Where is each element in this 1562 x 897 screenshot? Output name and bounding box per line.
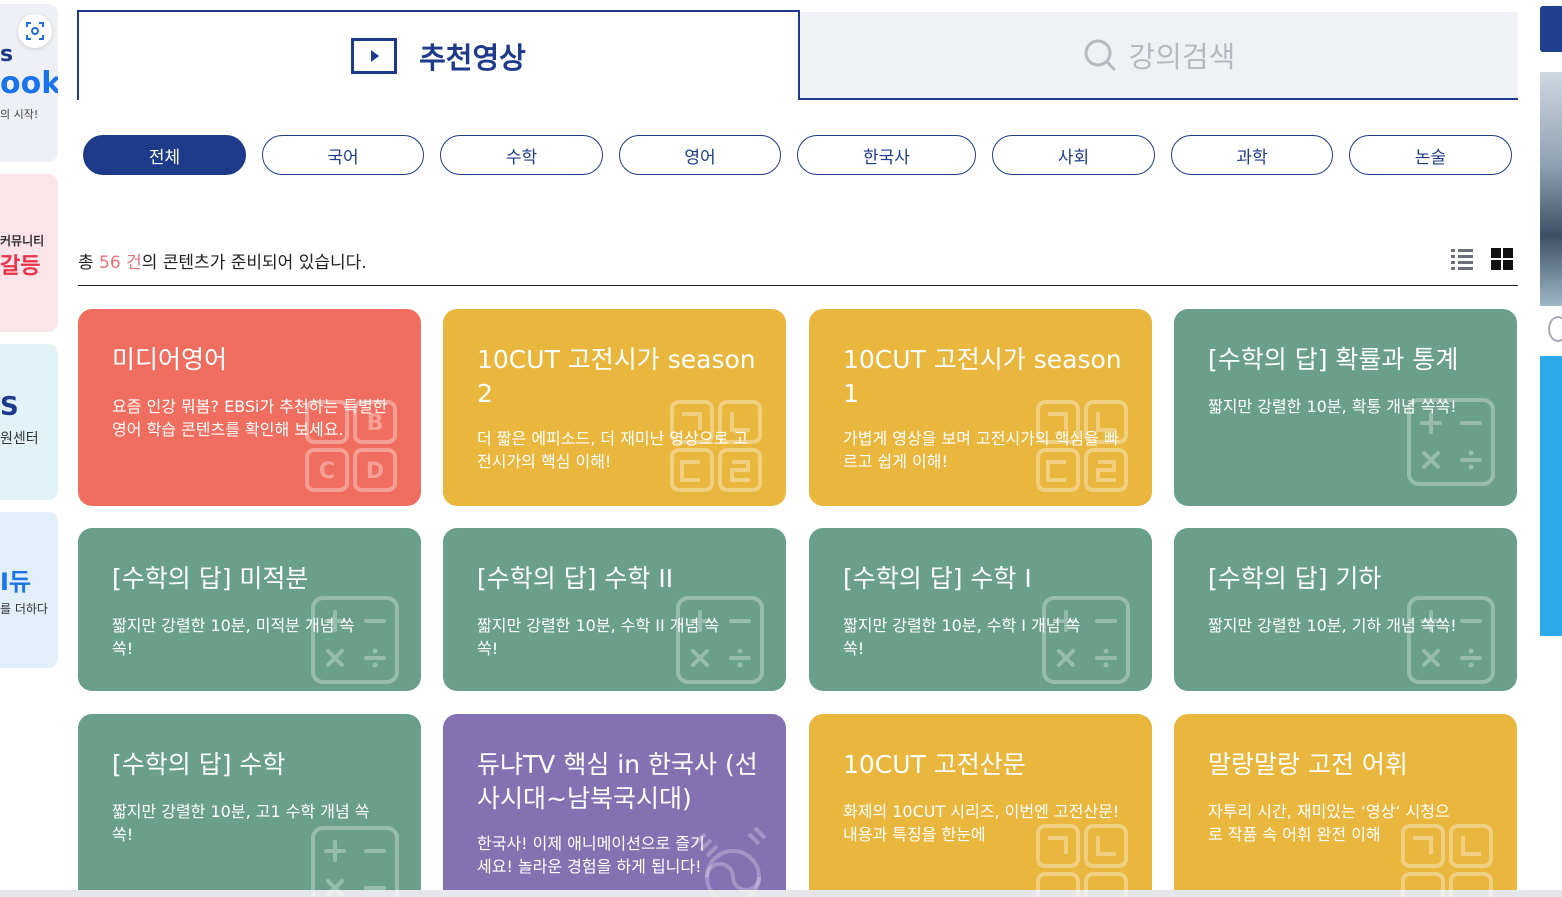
count-suffix: 의 콘텐츠가 준비되어 있습니다. bbox=[141, 253, 367, 273]
card-title: [수학의 답] 미적분 bbox=[112, 564, 309, 593]
list-view-icon bbox=[1451, 249, 1473, 270]
sidebar-banner-1-line2: ook bbox=[0, 66, 58, 101]
filter-english[interactable]: 영어 bbox=[619, 135, 781, 175]
sidebar-banner-1-line1: s bbox=[0, 42, 14, 67]
card-description: 짧지만 강렬한 10분, 수학 I 개념 쏙쏙! bbox=[843, 616, 1081, 658]
filter-all[interactable]: 전체 bbox=[83, 135, 246, 175]
content-card[interactable]: 10CUT 고전시가 season 1 가볍게 영상을 보며 고전시가의 핵심을… bbox=[809, 309, 1152, 506]
filter-essay[interactable]: 논술 bbox=[1349, 135, 1512, 175]
content-card[interactable]: 미디어영어 요즘 인강 뭐봄? EBSi가 추천하는 특별한 영어 학습 콘텐츠… bbox=[78, 309, 421, 506]
card-description: 요즘 인강 뭐봄? EBSi가 추천하는 특별한 영어 학습 콘텐츠를 확인해 … bbox=[112, 397, 388, 439]
content-card[interactable]: [수학의 답] 기하 짧지만 강렬한 10분, 기하 개념 쏙쏙! bbox=[1174, 528, 1517, 691]
filter-social[interactable]: 사회 bbox=[992, 135, 1155, 175]
sidebar-banner-4-line2: 를 더하다 bbox=[0, 602, 48, 616]
content-card[interactable]: 듀냐TV 핵심 in 한국사 (선사시대~남북국시대) 한국사! 이제 애니메이… bbox=[443, 714, 786, 897]
card-title: 듀냐TV 핵심 in 한국사 (선사시대~남북국시대) bbox=[477, 750, 758, 813]
content-card[interactable]: [수학의 답] 수학 II 짧지만 강렬한 10분, 수학 II 개념 쏙쏙! bbox=[443, 528, 786, 691]
grid-view-icon bbox=[1491, 248, 1513, 270]
capture-button[interactable] bbox=[18, 14, 52, 48]
sidebar-banner-2-line1: 커뮤니티 bbox=[0, 234, 45, 248]
svg-text:C: C bbox=[319, 459, 335, 484]
tab-recommended-videos-label: 추천영상 bbox=[419, 41, 526, 75]
list-view-button[interactable] bbox=[1450, 247, 1474, 271]
card-description: 짧지만 강렬한 10분, 미적분 개념 쏙쏙! bbox=[112, 616, 355, 658]
content-count: 총 56 건의 콘텐츠가 준비되어 있습니다. bbox=[78, 248, 367, 273]
filter-korean-history[interactable]: 한국사 bbox=[797, 135, 976, 175]
content-card[interactable]: [수학의 답] 미적분 짧지만 강렬한 10분, 미적분 개념 쏙쏙! bbox=[78, 528, 421, 691]
sidebar-banner-4-line1: I듀 bbox=[0, 568, 32, 596]
capture-icon bbox=[26, 22, 44, 40]
card-description: 가볍게 영상을 보며 고전시가의 핵심을 빠르고 쉽게 이해! bbox=[843, 429, 1119, 471]
sidebar-banner-2[interactable]: 커뮤니티 갈등 bbox=[0, 174, 58, 332]
count-number: 56 건 bbox=[99, 253, 142, 273]
content-card[interactable]: [수학의 답] 확률과 통계 짧지만 강렬한 10분, 확통 개념 쏙쏙! bbox=[1174, 309, 1517, 506]
search-icon bbox=[1084, 39, 1116, 72]
divider bbox=[78, 285, 1518, 286]
card-title: [수학의 답] 수학 bbox=[112, 750, 286, 779]
tab-bar: 추천영상 강의검색 bbox=[77, 10, 1518, 100]
card-title: 미디어영어 bbox=[112, 345, 228, 374]
card-description: 자투리 시간, 재미있는 ‘영상‘ 시청으로 작품 속 어휘 완전 이해 bbox=[1208, 802, 1450, 844]
sidebar-banner-3-line1: S bbox=[0, 392, 19, 422]
card-description: 짧지만 강렬한 10분, 기하 개념 쏙쏙! bbox=[1208, 616, 1457, 635]
filter-korean[interactable]: 국어 bbox=[262, 135, 424, 175]
right-banner-ad bbox=[1540, 356, 1562, 636]
tab-recommended-videos[interactable]: 추천영상 bbox=[77, 10, 800, 100]
card-title: 10CUT 고전시가 season 2 bbox=[477, 345, 756, 408]
sidebar-banner-2-line2: 갈등 bbox=[0, 254, 41, 279]
count-prefix: 총 bbox=[78, 253, 94, 273]
filter-math[interactable]: 수학 bbox=[440, 135, 603, 175]
tab-lecture-search-label: 강의검색 bbox=[1128, 40, 1236, 74]
card-description: 한국사! 이제 애니메이션으로 즐기세요! 놀라운 경험을 하게 됩니다! bbox=[477, 834, 705, 876]
card-title: [수학의 답] 수학 II bbox=[477, 564, 674, 593]
page: s ook 의 시작! 커뮤니티 갈등 S 원센터 I듀 를 더하다 추천영상 … bbox=[0, 0, 1562, 897]
right-banner[interactable] bbox=[1540, 0, 1562, 897]
right-banner-top bbox=[1540, 6, 1562, 52]
svg-text:D: D bbox=[366, 459, 384, 484]
card-title: [수학의 답] 확률과 통계 bbox=[1208, 345, 1459, 374]
card-title: 10CUT 고전시가 season 1 bbox=[843, 345, 1122, 408]
tab-lecture-search[interactable]: 강의검색 bbox=[800, 12, 1518, 100]
math-ops-icon bbox=[1407, 596, 1495, 684]
card-description: 화제의 10CUT 시리즈, 이번엔 고전산문! 내용과 특징을 한눈에 bbox=[843, 802, 1120, 844]
grid-view-button[interactable] bbox=[1490, 247, 1514, 271]
content-card[interactable]: [수학의 답] 수학 I 짧지만 강렬한 10분, 수학 I 개념 쏙쏙! bbox=[809, 528, 1152, 691]
content-card[interactable]: 말랑말랑 고전 어휘 자투리 시간, 재미있는 ‘영상‘ 시청으로 작품 속 어… bbox=[1174, 714, 1517, 897]
card-title: 말랑말랑 고전 어휘 bbox=[1208, 750, 1408, 779]
filter-science[interactable]: 과학 bbox=[1171, 135, 1333, 175]
card-title: [수학의 답] 수학 I bbox=[843, 564, 1032, 593]
content-card[interactable]: [수학의 답] 수학 짧지만 강렬한 10분, 고1 수학 개념 쏙쏙! bbox=[78, 714, 421, 897]
sidebar-banner-1-line3: 의 시작! bbox=[0, 108, 39, 121]
sidebar-banner-3-line2: 원센터 bbox=[0, 431, 39, 447]
content-card[interactable]: 10CUT 고전시가 season 2 더 짧은 에피소드, 더 재미난 영상으… bbox=[443, 309, 786, 506]
card-title: [수학의 답] 기하 bbox=[1208, 564, 1382, 593]
right-banner-photo bbox=[1540, 72, 1562, 306]
right-banner-circle bbox=[1548, 316, 1562, 342]
card-description: 더 짧은 에피소드, 더 재미난 영상으로 고전시가의 핵심 이해! bbox=[477, 429, 749, 471]
card-description: 짧지만 강렬한 10분, 수학 II 개념 쏙쏙! bbox=[477, 616, 720, 658]
content-card[interactable]: 10CUT 고전산문 화제의 10CUT 시리즈, 이번엔 고전산문! 내용과 … bbox=[809, 714, 1152, 897]
card-title: 10CUT 고전산문 bbox=[843, 750, 1026, 779]
card-description: 짧지만 강렬한 10분, 확통 개념 쏙쏙! bbox=[1208, 397, 1457, 416]
left-sidebar: s ook 의 시작! 커뮤니티 갈등 S 원센터 I듀 를 더하다 bbox=[0, 0, 60, 897]
play-icon bbox=[351, 38, 398, 74]
sidebar-banner-3[interactable]: S 원센터 bbox=[0, 344, 58, 500]
card-description: 짧지만 강렬한 10분, 고1 수학 개념 쏙쏙! bbox=[112, 802, 370, 844]
sidebar-banner-4[interactable]: I듀 를 더하다 bbox=[0, 512, 58, 668]
